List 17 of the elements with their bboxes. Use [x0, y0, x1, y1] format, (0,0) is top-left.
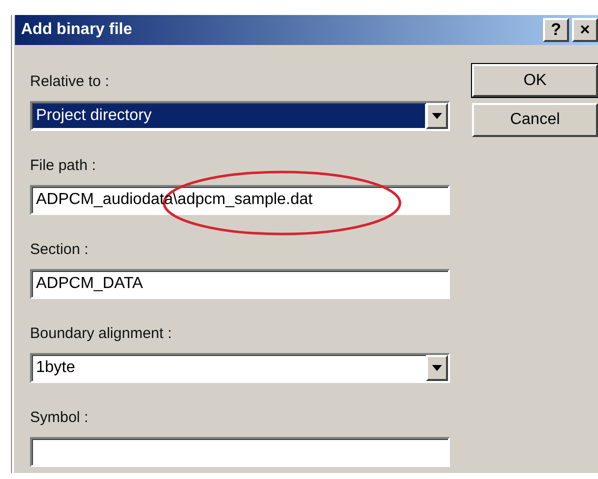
field-value: ADPCM_DATA: [35, 274, 144, 294]
field-label: Section :: [30, 240, 88, 260]
field-label: Relative to :: [30, 72, 110, 92]
field-label: Symbol :: [30, 408, 88, 428]
field-value: Project directory: [33, 104, 425, 128]
input-field[interactable]: ADPCM_DATA: [30, 269, 450, 299]
cancel-button[interactable]: Cancel: [472, 103, 598, 137]
field-label: Boundary alignment :: [30, 324, 172, 344]
field-label: File path :: [30, 156, 96, 176]
dropdown[interactable]: Project directory: [30, 101, 450, 131]
field-value: 1byte: [35, 358, 76, 378]
input-field[interactable]: [30, 437, 450, 467]
window-title: Add binary file: [21, 21, 134, 39]
dropdown[interactable]: 1byte: [30, 353, 450, 383]
help-button[interactable]: ?: [543, 18, 569, 42]
ok-button[interactable]: OK: [472, 64, 598, 97]
close-button[interactable]: ×: [572, 18, 598, 42]
